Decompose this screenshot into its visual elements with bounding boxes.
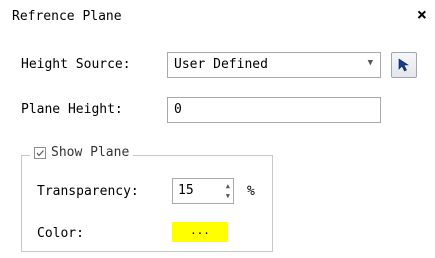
- pick-height-button[interactable]: [391, 52, 417, 78]
- transparency-value: 15: [178, 183, 194, 198]
- color-picker-button[interactable]: ...: [172, 222, 228, 242]
- transparency-spinner[interactable]: 15 ▲ ▼: [172, 178, 234, 204]
- chevron-down-icon: ▼: [367, 58, 373, 68]
- color-label: Color:: [37, 226, 84, 241]
- plane-height-input[interactable]: 0: [167, 97, 381, 123]
- height-source-value: User Defined: [174, 57, 268, 72]
- pointer-pick-icon: [398, 58, 409, 72]
- checkmark-icon: [36, 149, 44, 156]
- show-plane-toggle[interactable]: Show Plane: [30, 145, 134, 160]
- close-button[interactable]: ×: [417, 5, 427, 25]
- plane-height-value: 0: [174, 102, 182, 117]
- dialog-title: Refrence Plane: [12, 9, 122, 24]
- height-source-dropdown[interactable]: User Defined ▼: [167, 52, 381, 78]
- height-source-label: Height Source:: [21, 57, 131, 72]
- show-plane-label: Show Plane: [51, 145, 130, 160]
- transparency-label: Transparency:: [37, 184, 139, 199]
- spin-up-icon[interactable]: ▲: [226, 182, 230, 190]
- transparency-unit: %: [247, 184, 255, 199]
- show-plane-checkbox[interactable]: [34, 146, 46, 159]
- spin-down-icon[interactable]: ▼: [226, 192, 230, 200]
- plane-height-label: Plane Height:: [21, 102, 123, 117]
